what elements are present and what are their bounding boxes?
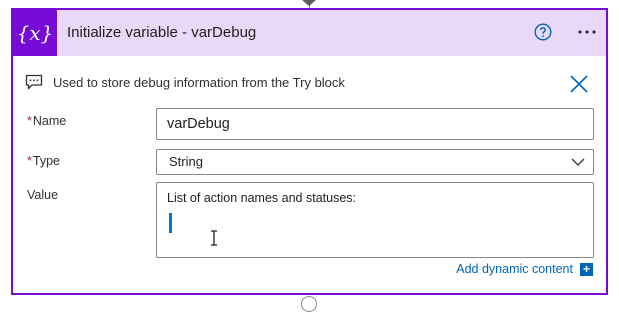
value-text: List of action names and statuses: — [167, 191, 356, 205]
type-selected-value: String — [169, 154, 203, 169]
name-label: *Name — [27, 114, 66, 128]
ibeam-cursor-icon — [211, 230, 217, 246]
name-label-text: Name — [32, 114, 67, 128]
name-field[interactable]: varDebug — [156, 108, 594, 140]
value-textarea[interactable]: List of action names and statuses: — [156, 182, 594, 258]
action-card: {x} Initialize variable - varDebug Used … — [11, 8, 608, 295]
description-row: Used to store debug information from the… — [25, 74, 345, 90]
add-dynamic-content[interactable]: Add dynamic content + — [456, 262, 593, 276]
add-icon[interactable]: + — [580, 262, 593, 276]
type-label: *Type — [27, 154, 60, 168]
close-icon[interactable] — [569, 74, 589, 94]
action-title[interactable]: Initialize variable - varDebug — [67, 24, 256, 41]
required-mark: * — [27, 154, 32, 168]
value-label: Value — [27, 188, 58, 202]
connector-ring — [301, 296, 317, 312]
action-description: Used to store debug information from the… — [53, 74, 345, 90]
comment-icon — [25, 74, 43, 90]
help-icon[interactable] — [534, 23, 552, 41]
chevron-down-icon[interactable] — [571, 156, 585, 168]
text-cursor — [169, 213, 172, 233]
add-dynamic-content-link[interactable]: Add dynamic content — [456, 262, 573, 276]
type-dropdown[interactable]: String — [156, 149, 594, 175]
type-label-text: Type — [32, 154, 60, 168]
value-label-text: Value — [27, 188, 59, 202]
required-mark: * — [27, 114, 32, 128]
more-icon[interactable] — [575, 22, 599, 42]
variable-icon: {x} — [13, 10, 57, 56]
connector-arrow-icon — [302, 0, 316, 6]
card-header[interactable]: {x} Initialize variable - varDebug — [13, 10, 606, 56]
